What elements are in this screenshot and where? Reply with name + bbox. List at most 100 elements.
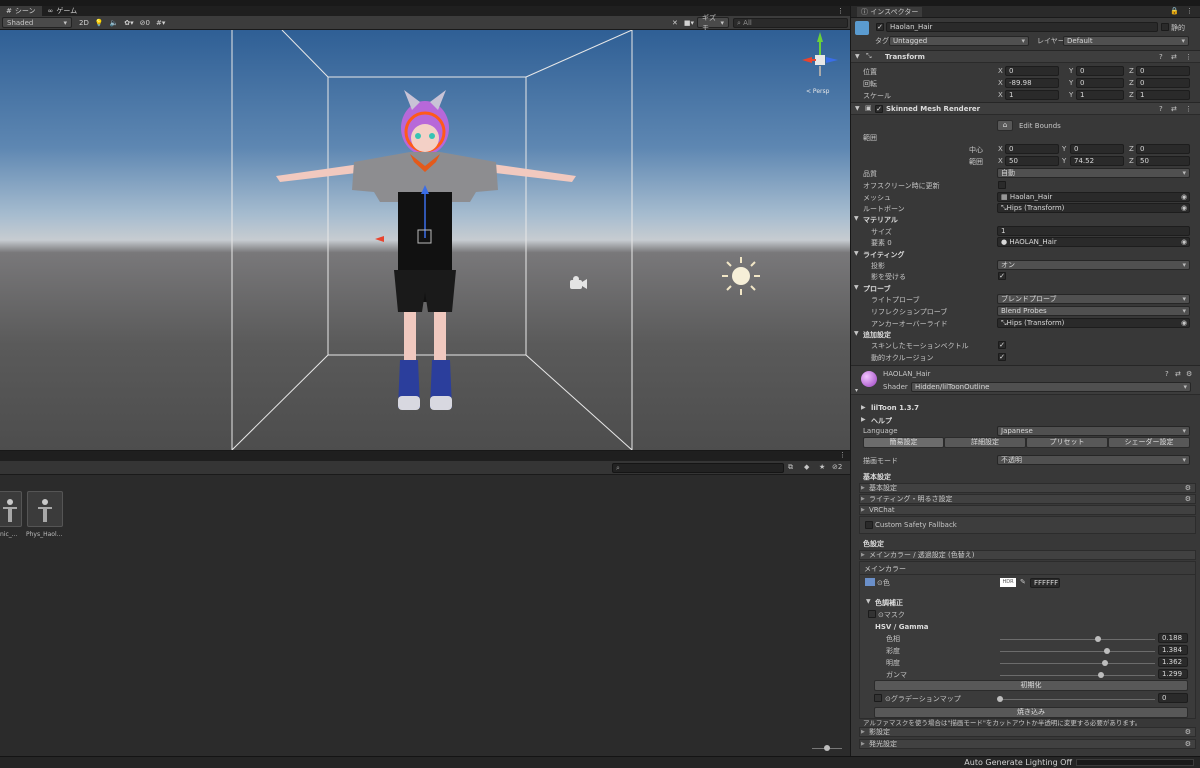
foldout-arrow-icon[interactable]: ▾ [855, 387, 858, 394]
foldout-arrow-icon[interactable]: ▼ [854, 284, 859, 291]
gear-icon[interactable]: ⚙ [1185, 484, 1191, 492]
label-icon[interactable]: ◆ [804, 463, 809, 471]
safety-fallback-checkbox[interactable] [865, 521, 873, 529]
extent-y-field[interactable]: 74.52 [1070, 156, 1124, 166]
menu-icon[interactable]: ⋮ [1185, 105, 1192, 113]
scene-search-input[interactable]: ⌕ All [733, 17, 848, 28]
dynamic-occlusion-checkbox[interactable]: ✓ [998, 353, 1006, 361]
menu-icon[interactable]: ⋮ [1185, 53, 1192, 61]
tab-scene[interactable]: # シーン [0, 6, 42, 16]
tab-inspector[interactable]: ⓘ インスペクター [857, 7, 923, 17]
transform-header[interactable]: ▼ ⤡ Transform ? ⇄ ⋮ [851, 50, 1200, 63]
tools-icon[interactable]: ✕ [669, 17, 681, 29]
preset-icon[interactable]: ⇄ [1171, 105, 1177, 113]
foldout-arrow-icon[interactable]: ▼ [854, 330, 859, 337]
lock-icon[interactable]: 🔒 [1170, 7, 1179, 15]
section-main-color[interactable]: メインカラー / 透過設定 (色替え) [859, 550, 1196, 560]
smr-enabled-checkbox[interactable]: ✓ [875, 105, 883, 113]
hsv-value-field[interactable]: 0.188 [1158, 633, 1188, 643]
hidden-count[interactable]: ⊘2 [832, 463, 842, 471]
material-header[interactable]: HAOLAN_Hair Shader Hidden/lilToonOutline… [851, 365, 1200, 395]
panel-menu-icon[interactable]: ⋮ [839, 451, 846, 459]
light-icon[interactable]: 💡 [92, 17, 107, 29]
orientation-gizmo[interactable] [802, 32, 838, 76]
static-checkbox[interactable] [1161, 23, 1169, 31]
slider-knob[interactable] [1094, 636, 1101, 642]
cast-shadows-dropdown[interactable]: オン [997, 260, 1190, 270]
filter-type-icon[interactable]: ⧉ [788, 463, 793, 472]
section-emission[interactable]: 発光設定⚙ [859, 739, 1196, 749]
tab-advanced-settings[interactable]: 詳細設定 [944, 437, 1026, 448]
center-y-field[interactable]: 0 [1070, 144, 1124, 154]
lighting-status[interactable]: Auto Generate Lighting Off [964, 758, 1072, 767]
rotation-x-field[interactable]: -89.98 [1005, 78, 1059, 88]
object-picker-icon[interactable]: ◉ [1181, 238, 1187, 246]
help-icon[interactable]: ? [1159, 105, 1163, 113]
hsv-slider[interactable] [1000, 672, 1155, 678]
object-name-input[interactable]: Haolan_Hair [886, 22, 1158, 32]
rotation-z-field[interactable]: 0 [1136, 78, 1190, 88]
object-picker-icon[interactable]: ◉ [1181, 319, 1187, 327]
mesh-field[interactable]: ▦ Haolan_Hair [997, 192, 1190, 202]
foldout-arrow-icon[interactable]: ▼ [854, 215, 859, 222]
object-picker-icon[interactable]: ◉ [1181, 204, 1187, 212]
tab-shader-settings[interactable]: シェーダー設定 [1108, 437, 1190, 448]
panel-menu-icon[interactable]: ⋮ [831, 6, 850, 16]
color-swatch[interactable]: HDR [1000, 578, 1016, 587]
gradient-value-field[interactable]: 0 [1158, 693, 1188, 703]
material-element-field[interactable]: ● HAOLAN_Hair [997, 237, 1190, 247]
motion-vectors-checkbox[interactable]: ✓ [998, 341, 1006, 349]
camera-icon[interactable]: ■▾ [681, 17, 697, 29]
edit-bounds-button[interactable]: ⌂ [997, 120, 1013, 131]
gradient-slider[interactable] [997, 696, 1155, 702]
layer-dropdown[interactable]: Default [1063, 36, 1189, 46]
section-vrchat[interactable]: VRChat [859, 505, 1196, 515]
gear-icon[interactable]: ⚙ [1185, 740, 1191, 748]
tab-game[interactable]: ∞ ゲーム [42, 6, 84, 16]
object-picker-icon[interactable]: ◉ [1181, 193, 1187, 201]
hsv-value-field[interactable]: 1.299 [1158, 669, 1188, 679]
hsv-value-field[interactable]: 1.384 [1158, 645, 1188, 655]
gear-icon[interactable]: ⚙ [1186, 370, 1192, 378]
hsv-slider[interactable] [1000, 648, 1155, 654]
offscreen-checkbox[interactable] [998, 181, 1006, 189]
active-checkbox[interactable]: ✓ [876, 23, 884, 31]
position-x-field[interactable]: 0 [1005, 66, 1059, 76]
gear-icon[interactable]: ⚙ [1185, 495, 1191, 503]
color-hex-field[interactable]: FFFFFF [1030, 578, 1060, 588]
position-z-field[interactable]: 0 [1136, 66, 1190, 76]
audio-icon[interactable]: 🔈 [107, 17, 122, 29]
scale-x-field[interactable]: 1 [1005, 90, 1059, 100]
foldout-arrow-icon[interactable]: ▼ [854, 250, 859, 257]
position-y-field[interactable]: 0 [1076, 66, 1124, 76]
panel-menu-icon[interactable]: ⋮ [1186, 7, 1193, 15]
shading-dropdown[interactable]: Shaded ▾ [2, 17, 72, 28]
preset-icon[interactable]: ⇄ [1171, 53, 1177, 61]
scale-y-field[interactable]: 1 [1076, 90, 1124, 100]
help-icon[interactable]: ? [1165, 370, 1169, 378]
receive-shadows-checkbox[interactable]: ✓ [998, 272, 1006, 280]
texture-slot-icon[interactable] [865, 578, 875, 586]
help-icon[interactable]: ? [1159, 53, 1163, 61]
render-mode-dropdown[interactable]: 不透明 [997, 455, 1190, 465]
directional-light-icon[interactable] [722, 257, 760, 295]
slider-knob[interactable] [1097, 672, 1104, 678]
persp-label[interactable]: < Persp [806, 88, 829, 95]
mask-slot-icon[interactable] [868, 610, 876, 618]
tag-dropdown[interactable]: Untagged [889, 36, 1029, 46]
asset-thumbnail[interactable] [0, 491, 22, 527]
reset-button[interactable]: 初期化 [874, 680, 1188, 691]
language-dropdown[interactable]: Japanese [997, 426, 1190, 436]
gear-icon[interactable]: ⚙ [1185, 728, 1191, 736]
gizmos-dropdown[interactable]: ギズモ ▾ [697, 14, 729, 32]
section-shadow[interactable]: 影設定⚙ [859, 727, 1196, 737]
favorite-icon[interactable]: ★ [819, 463, 825, 471]
foldout-arrow-icon[interactable]: ▼ [866, 598, 871, 605]
effects-icon[interactable]: ✿▾ [121, 17, 136, 29]
center-x-field[interactable]: 0 [1005, 144, 1059, 154]
center-z-field[interactable]: 0 [1136, 144, 1190, 154]
tab-simple-settings[interactable]: 簡易設定 [863, 437, 944, 448]
hidden-objects-icon[interactable]: ⊘ 0 [137, 17, 153, 29]
light-probes-dropdown[interactable]: ブレンドプローブ [997, 294, 1190, 304]
extent-x-field[interactable]: 50 [1005, 156, 1059, 166]
